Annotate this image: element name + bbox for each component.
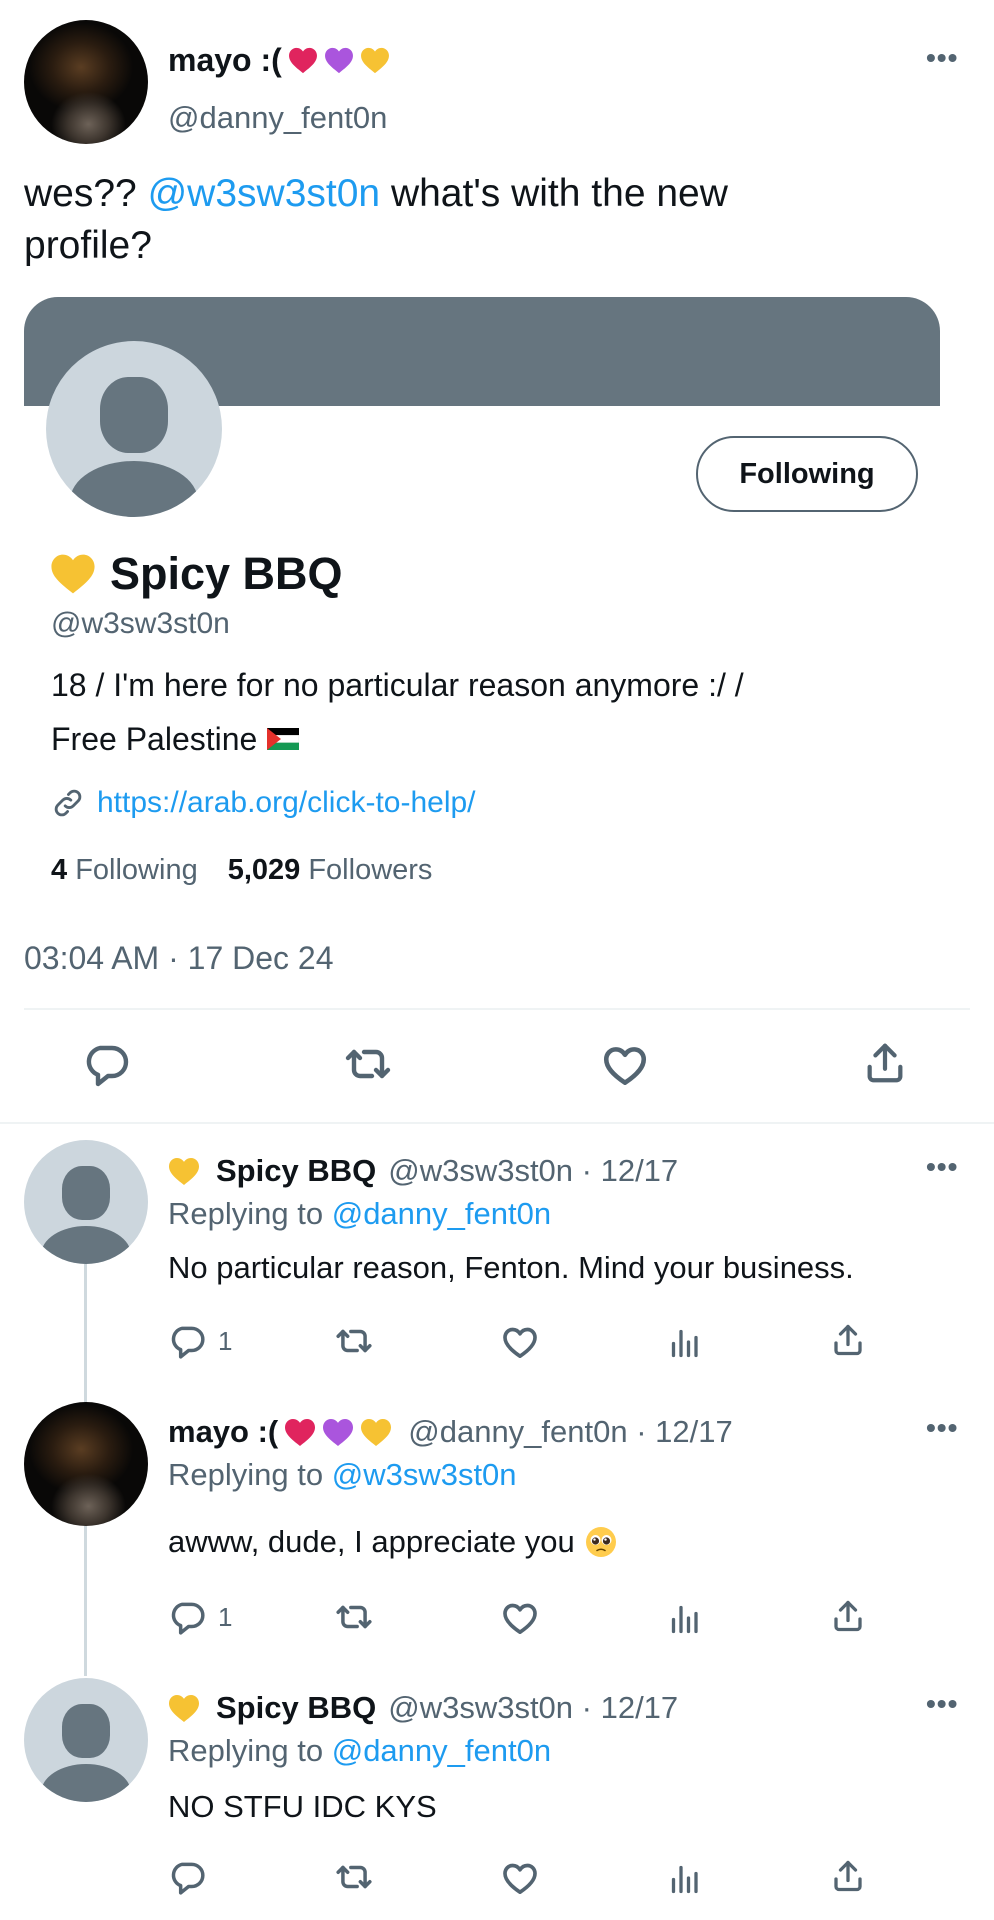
like-icon[interactable] [500, 1598, 540, 1638]
like-icon[interactable] [600, 1040, 650, 1090]
replying-label: Replying to [168, 1733, 324, 1768]
palestine-flag-icon [267, 728, 300, 750]
author-avatar[interactable] [24, 20, 148, 144]
tweet-text-start: wes?? [24, 172, 137, 215]
yellow-heart-icon [168, 1157, 200, 1186]
yellow-heart-icon [50, 553, 96, 595]
profile-name-row[interactable]: Spicy BBQ [50, 548, 343, 600]
bio-line-1: 18 / I'm here for no particular reason a… [51, 667, 744, 703]
reply-count: 1 [218, 1602, 233, 1632]
replying-to-mention[interactable]: @danny_fent0n [332, 1733, 551, 1768]
retweet-icon[interactable] [332, 1322, 376, 1360]
following-button-label: Following [739, 457, 875, 490]
replying-to-line: Replying to @danny_fent0n [168, 1196, 551, 1232]
profile-bio: 18 / I'm here for no particular reason a… [51, 658, 744, 766]
bio-line-2: Free Palestine [51, 721, 258, 757]
reply-avatar[interactable] [24, 1140, 148, 1264]
yellow-heart-icon [168, 1694, 200, 1723]
reply-header[interactable]: mayo :( @danny_fent0n · 12/17 [168, 1412, 733, 1452]
author-name-row[interactable]: mayo :( [168, 40, 390, 80]
more-options-icon[interactable]: ••• [926, 44, 958, 72]
following-stat[interactable]: 4 Following [51, 854, 198, 887]
reply-icon[interactable] [168, 1858, 206, 1896]
bio-line-2-wrap: Free Palestine [51, 712, 744, 766]
views-icon[interactable] [666, 1600, 702, 1636]
reply-text-row: awww, dude, I appreciate you [168, 1524, 617, 1560]
red-heart-icon [284, 1418, 316, 1447]
tweet-text-line2: profile? [24, 224, 152, 267]
profile-stats: 4 Following 5,029 Followers [51, 854, 432, 887]
reply-author-name: Spicy BBQ [216, 1153, 377, 1188]
author-name: mayo :( [168, 41, 282, 78]
pleading-face-icon [585, 1527, 616, 1557]
reply-header[interactable]: Spicy BBQ @w3sw3st0n · 12/17 [168, 1688, 678, 1728]
share-icon[interactable] [862, 1040, 908, 1086]
more-options-icon[interactable]: ••• [926, 1690, 958, 1718]
reply-icon[interactable] [82, 1040, 130, 1088]
followers-label: Followers [308, 854, 433, 886]
replying-to-mention[interactable]: @w3sw3st0n [332, 1457, 517, 1492]
views-icon[interactable] [666, 1860, 702, 1896]
reply-action-bar [0, 1858, 994, 1898]
replying-label: Replying to [168, 1196, 324, 1231]
profile-handle[interactable]: @w3sw3st0n [51, 607, 230, 641]
retweet-icon[interactable] [340, 1040, 396, 1088]
reply-avatar[interactable] [24, 1678, 148, 1802]
main-action-bar [0, 1040, 994, 1090]
reply-author-name: Spicy BBQ [216, 1690, 377, 1725]
like-icon[interactable] [500, 1858, 540, 1898]
followers-stat[interactable]: 5,029 Followers [228, 854, 433, 887]
share-icon[interactable] [830, 1858, 866, 1894]
reply-handle-date: @w3sw3st0n · 12/17 [388, 1690, 679, 1725]
yellow-heart-icon [360, 47, 390, 74]
replying-to-mention[interactable]: @danny_fent0n [332, 1196, 551, 1231]
views-icon[interactable] [666, 1324, 702, 1360]
reply-header[interactable]: Spicy BBQ @w3sw3st0n · 12/17 [168, 1151, 678, 1191]
reply-action-bar: 1 [0, 1598, 994, 1638]
divider [24, 1008, 970, 1010]
divider [0, 1122, 994, 1124]
reply-text: awww, dude, I appreciate you [168, 1524, 575, 1559]
reply-author-name: mayo :( [168, 1414, 279, 1449]
link-icon [51, 786, 85, 820]
reply-text: No particular reason, Fenton. Mind your … [168, 1250, 854, 1285]
tweet-timestamp[interactable]: 03:04 AM · 17 Dec 24 [24, 940, 334, 977]
purple-heart-icon [322, 1418, 354, 1447]
more-options-icon[interactable]: ••• [926, 1153, 958, 1181]
reply-handle-date: @danny_fent0n · 12/17 [408, 1414, 733, 1449]
yellow-heart-icon [360, 1418, 392, 1447]
reply-icon[interactable] [168, 1322, 206, 1360]
following-label: Following [75, 854, 198, 886]
reply-handle-date: @w3sw3st0n · 12/17 [388, 1153, 679, 1188]
tweet-text-end: what's with the new [390, 172, 728, 215]
reply-icon[interactable] [168, 1598, 206, 1636]
reply-text: NO STFU IDC KYS [168, 1789, 437, 1824]
tweet-text: wes?? @w3sw3st0n what's with the new pro… [24, 168, 954, 272]
reply-count: 1 [218, 1326, 233, 1356]
reply-action-bar: 1 [0, 1322, 994, 1362]
profile-card-avatar[interactable] [46, 341, 222, 517]
author-handle[interactable]: @danny_fent0n [168, 100, 387, 136]
share-icon[interactable] [830, 1322, 866, 1358]
retweet-icon[interactable] [332, 1598, 376, 1636]
reply-avatar[interactable] [24, 1402, 148, 1526]
replying-to-line: Replying to @danny_fent0n [168, 1733, 551, 1769]
more-options-icon[interactable]: ••• [926, 1414, 958, 1442]
following-button[interactable]: Following [696, 436, 918, 512]
replying-label: Replying to [168, 1457, 324, 1492]
followers-count: 5,029 [227, 854, 301, 886]
retweet-icon[interactable] [332, 1858, 376, 1896]
profile-link-row[interactable]: https://arab.org/click-to-help/ [51, 786, 476, 820]
purple-heart-icon [324, 47, 354, 74]
mention-link[interactable]: @w3sw3st0n [148, 172, 381, 215]
profile-name: Spicy BBQ [110, 548, 343, 599]
profile-link[interactable]: https://arab.org/click-to-help/ [97, 786, 476, 820]
like-icon[interactable] [500, 1322, 540, 1362]
red-heart-icon [288, 47, 318, 74]
share-icon[interactable] [830, 1598, 866, 1634]
replying-to-line: Replying to @w3sw3st0n [168, 1457, 517, 1493]
following-count: 4 [51, 854, 68, 886]
